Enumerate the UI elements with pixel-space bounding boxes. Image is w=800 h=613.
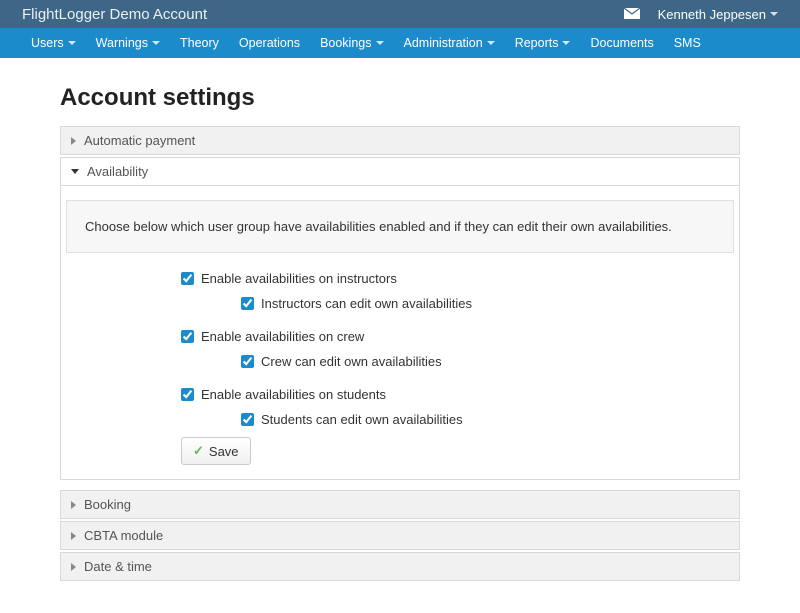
row-crew-enable: Enable availabilities on crew bbox=[181, 329, 739, 344]
availability-help: Choose below which user group have avail… bbox=[66, 200, 734, 253]
chevron-down-icon bbox=[376, 41, 384, 45]
label-instructors-edit[interactable]: Instructors can edit own availabilities bbox=[261, 296, 472, 311]
chevron-down-icon bbox=[68, 41, 76, 45]
accordion-automatic-payment[interactable]: Automatic payment bbox=[60, 126, 740, 155]
nav-reports[interactable]: Reports bbox=[506, 30, 580, 56]
row-crew-edit: Crew can edit own availabilities bbox=[181, 354, 739, 369]
checkbox-crew-enable[interactable] bbox=[181, 330, 194, 343]
checkbox-instructors-edit[interactable] bbox=[241, 297, 254, 310]
checkbox-students-enable[interactable] bbox=[181, 388, 194, 401]
nav-warnings[interactable]: Warnings bbox=[87, 30, 169, 56]
availability-panel: Choose below which user group have avail… bbox=[60, 185, 740, 480]
nav-bookings[interactable]: Bookings bbox=[311, 30, 392, 56]
nav-sms[interactable]: SMS bbox=[665, 30, 710, 56]
nav-operations[interactable]: Operations bbox=[230, 30, 309, 56]
accordion-label: Automatic payment bbox=[84, 133, 195, 148]
chevron-down-icon bbox=[71, 169, 79, 174]
label-crew-edit[interactable]: Crew can edit own availabilities bbox=[261, 354, 442, 369]
nav-users[interactable]: Users bbox=[22, 30, 85, 56]
check-icon: ✓ bbox=[193, 443, 204, 459]
save-row: ✓ Save bbox=[61, 437, 739, 465]
page-title: Account settings bbox=[60, 84, 740, 112]
accordion-booking[interactable]: Booking bbox=[60, 490, 740, 519]
accordion-availability[interactable]: Availability bbox=[60, 157, 740, 185]
chevron-right-icon bbox=[71, 137, 76, 145]
accordion-label: Booking bbox=[84, 497, 131, 512]
chevron-down-icon bbox=[562, 41, 570, 45]
row-instructors-enable: Enable availabilities on instructors bbox=[181, 271, 739, 286]
checkbox-instructors-enable[interactable] bbox=[181, 272, 194, 285]
checkbox-crew-edit[interactable] bbox=[241, 355, 254, 368]
label-students-enable[interactable]: Enable availabilities on students bbox=[201, 387, 386, 402]
chevron-down-icon bbox=[770, 12, 778, 16]
label-instructors-enable[interactable]: Enable availabilities on instructors bbox=[201, 271, 397, 286]
mail-icon[interactable] bbox=[624, 7, 640, 22]
chevron-down-icon bbox=[152, 41, 160, 45]
checkbox-students-edit[interactable] bbox=[241, 413, 254, 426]
nav-documents[interactable]: Documents bbox=[581, 30, 662, 56]
user-name: Kenneth Jeppesen bbox=[658, 7, 766, 22]
accordion-label: CBTA module bbox=[84, 528, 163, 543]
chevron-right-icon bbox=[71, 563, 76, 571]
page-container: Account settings Automatic payment Avail… bbox=[50, 58, 750, 613]
topbar: FlightLogger Demo Account Kenneth Jeppes… bbox=[0, 0, 800, 28]
topbar-right: Kenneth Jeppesen bbox=[624, 7, 778, 22]
chevron-right-icon bbox=[71, 501, 76, 509]
main-nav: Users Warnings Theory Operations Booking… bbox=[0, 28, 800, 58]
accordion-cbta[interactable]: CBTA module bbox=[60, 521, 740, 550]
accordion-date-time[interactable]: Date & time bbox=[60, 552, 740, 581]
chevron-down-icon bbox=[487, 41, 495, 45]
label-crew-enable[interactable]: Enable availabilities on crew bbox=[201, 329, 364, 344]
nav-administration[interactable]: Administration bbox=[395, 30, 504, 56]
accordion-label: Date & time bbox=[84, 559, 152, 574]
save-button[interactable]: ✓ Save bbox=[181, 437, 251, 465]
chevron-right-icon bbox=[71, 532, 76, 540]
nav-theory[interactable]: Theory bbox=[171, 30, 228, 56]
label-students-edit[interactable]: Students can edit own availabilities bbox=[261, 412, 463, 427]
row-instructors-edit: Instructors can edit own availabilities bbox=[181, 296, 739, 311]
availability-form: Enable availabilities on instructors Ins… bbox=[61, 271, 739, 427]
accordion-label: Availability bbox=[87, 164, 148, 179]
brand-title: FlightLogger Demo Account bbox=[22, 6, 207, 23]
row-students-enable: Enable availabilities on students bbox=[181, 387, 739, 402]
row-students-edit: Students can edit own availabilities bbox=[181, 412, 739, 427]
user-menu[interactable]: Kenneth Jeppesen bbox=[658, 7, 778, 22]
save-label: Save bbox=[209, 444, 239, 459]
